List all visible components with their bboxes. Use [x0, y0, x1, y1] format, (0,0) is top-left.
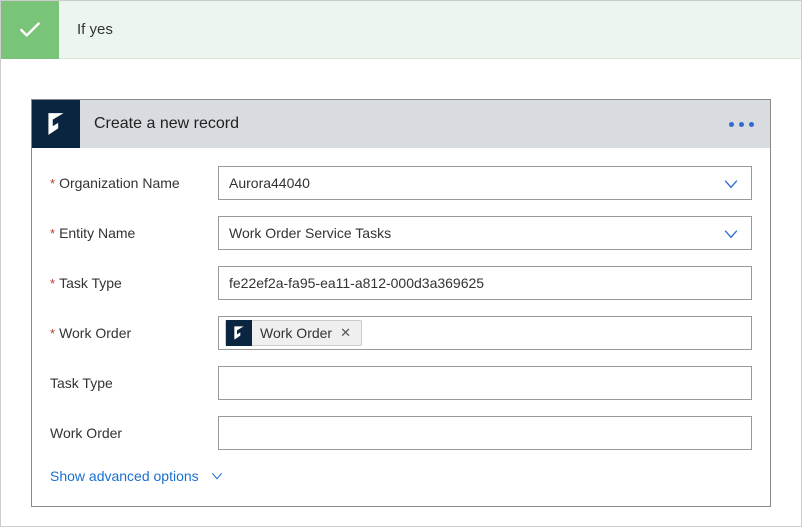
show-advanced-options[interactable]: Show advanced options: [50, 468, 752, 484]
row-task-type-optional: Task Type: [50, 366, 752, 400]
input-task-type-optional[interactable]: [218, 366, 752, 400]
check-icon: [1, 1, 59, 59]
row-entity-name: * Entity Name Work Order Service Tasks: [50, 216, 752, 250]
token-label: Work Order: [260, 325, 332, 341]
required-asterisk: *: [50, 326, 55, 341]
input-value: fe22ef2a-fa95-ea11-a812-000d3a369625: [229, 275, 484, 291]
chevron-down-icon: [721, 174, 741, 197]
dropdown-organization-name[interactable]: Aurora44040: [218, 166, 752, 200]
input-task-type-required[interactable]: fe22ef2a-fa95-ea11-a812-000d3a369625: [218, 266, 752, 300]
action-title: Create a new record: [80, 115, 239, 133]
token-work-order[interactable]: Work Order ✕: [225, 320, 362, 346]
label-organization-name: * Organization Name: [50, 175, 218, 191]
label-text: Work Order: [50, 425, 122, 441]
chevron-down-icon: [209, 468, 225, 484]
label-text: Entity Name: [59, 225, 135, 241]
row-task-type-required: * Task Type fe22ef2a-fa95-ea11-a812-000d…: [50, 266, 752, 300]
action-card: Create a new record * Organization Name …: [31, 99, 771, 507]
canvas: If yes Create a new record * Organizatio…: [0, 0, 802, 527]
input-work-order-required[interactable]: Work Order ✕: [218, 316, 752, 350]
condition-title: If yes: [59, 21, 113, 38]
label-work-order-required: * Work Order: [50, 325, 218, 341]
label-text: Task Type: [59, 275, 122, 291]
row-organization-name: * Organization Name Aurora44040: [50, 166, 752, 200]
chevron-down-icon: [721, 224, 741, 247]
dynamics-icon: [32, 100, 80, 148]
label-text: Work Order: [59, 325, 131, 341]
label-work-order-optional: Work Order: [50, 425, 218, 441]
label-task-type-optional: Task Type: [50, 375, 218, 391]
show-advanced-label: Show advanced options: [50, 468, 199, 484]
required-asterisk: *: [50, 176, 55, 191]
label-task-type-required: * Task Type: [50, 275, 218, 291]
required-asterisk: *: [50, 226, 55, 241]
required-asterisk: *: [50, 276, 55, 291]
label-text: Organization Name: [59, 175, 180, 191]
dropdown-entity-name[interactable]: Work Order Service Tasks: [218, 216, 752, 250]
label-text: Task Type: [50, 375, 113, 391]
token-remove-button[interactable]: ✕: [340, 325, 351, 341]
action-header[interactable]: Create a new record: [32, 100, 770, 148]
condition-header[interactable]: If yes: [1, 1, 801, 59]
label-entity-name: * Entity Name: [50, 225, 218, 241]
row-work-order-optional: Work Order: [50, 416, 752, 450]
dropdown-value: Aurora44040: [229, 175, 310, 191]
dropdown-value: Work Order Service Tasks: [229, 225, 391, 241]
dynamics-icon: [226, 320, 252, 346]
input-work-order-optional[interactable]: [218, 416, 752, 450]
action-body: * Organization Name Aurora44040 * Ent: [32, 148, 770, 506]
more-button[interactable]: [729, 100, 754, 148]
row-work-order-required: * Work Order Work Order ✕: [50, 316, 752, 350]
